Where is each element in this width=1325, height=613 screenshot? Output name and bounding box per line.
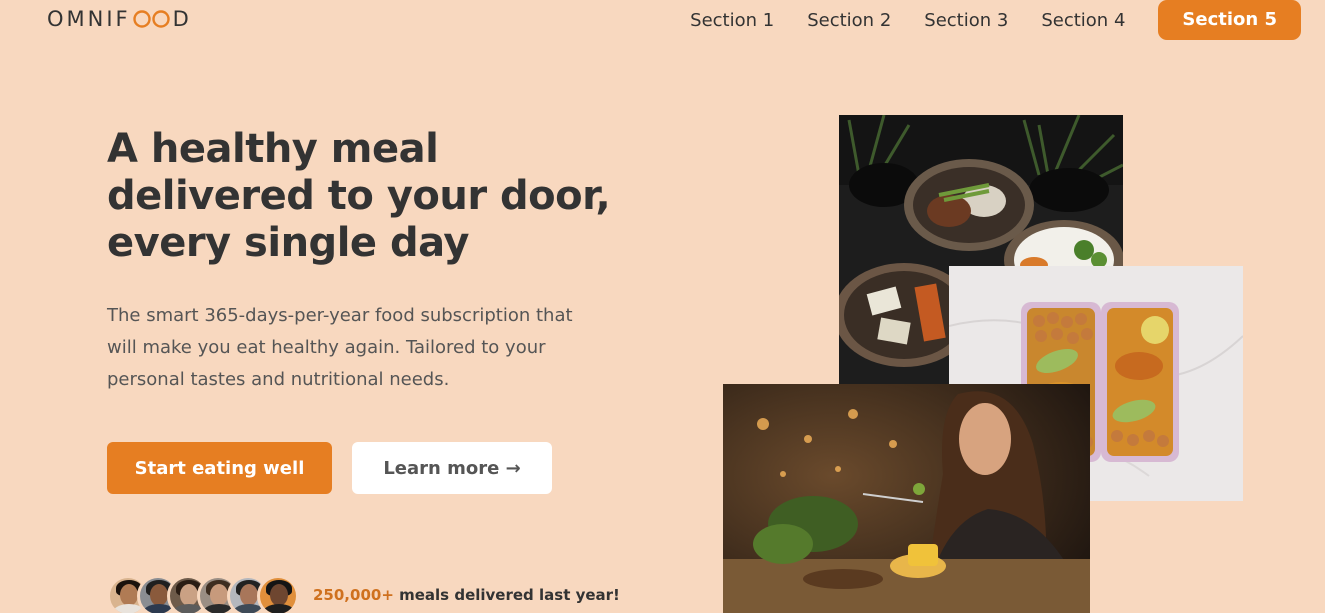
delivered-meals: 250,000+ meals delivered last year!: [107, 575, 620, 613]
customer-avatars: [107, 575, 299, 613]
logo-text-right: D: [172, 7, 192, 31]
learn-more-button[interactable]: Learn more →: [352, 442, 552, 494]
delivered-count: 250,000+: [313, 586, 394, 604]
delivered-label: meals delivered last year!: [393, 586, 620, 604]
nav-section-1[interactable]: Section 1: [690, 10, 774, 31]
avatar: [257, 575, 299, 613]
main-nav: Section 1 Section 2 Section 3 Section 4 …: [690, 0, 1301, 41]
nav-section-4[interactable]: Section 4: [1041, 10, 1125, 31]
nav-section-5-button[interactable]: Section 5: [1158, 0, 1301, 40]
start-eating-well-button[interactable]: Start eating well: [107, 442, 332, 494]
logo-text-left: OMNIF: [47, 7, 131, 31]
woman-eating-image: [723, 384, 1090, 613]
hero-description: The smart 365-days-per-year food subscri…: [107, 305, 573, 390]
nav-section-2[interactable]: Section 2: [807, 10, 891, 31]
delivered-text: 250,000+ meals delivered last year!: [313, 586, 620, 604]
infinity-icon: [132, 9, 172, 29]
hero-title: A healthy meal delivered to your door, e…: [107, 126, 611, 266]
nav-section-3[interactable]: Section 3: [924, 10, 1008, 31]
omnifood-logo[interactable]: OMNIF D: [47, 6, 192, 32]
